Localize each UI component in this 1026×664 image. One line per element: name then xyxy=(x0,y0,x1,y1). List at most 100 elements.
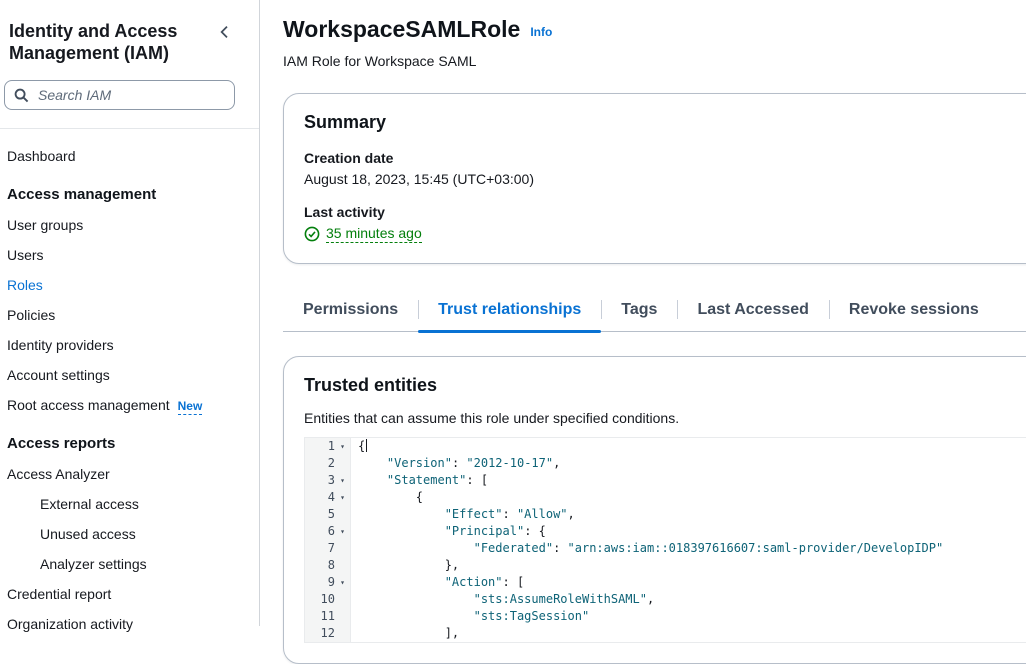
sidebar-item-policies[interactable]: Policies xyxy=(7,300,251,330)
sidebar-item-label: User groups xyxy=(7,217,83,233)
fold-toggle-icon[interactable]: ▾ xyxy=(335,574,350,591)
tab-label: Last Accessed xyxy=(697,301,808,318)
line-gutter: 1▾ xyxy=(305,438,351,455)
sidebar-item-unused-access[interactable]: Unused access xyxy=(7,519,251,549)
code-line: 12 ], xyxy=(305,625,1026,642)
sidebar-item-access-analyzer[interactable]: Access Analyzer xyxy=(7,459,251,489)
line-number: 10 xyxy=(309,591,335,608)
sidebar-item-roles[interactable]: Roles xyxy=(7,270,251,300)
sidebar-item-account-settings[interactable]: Account settings xyxy=(7,360,251,390)
sidebar-item-label: Unused access xyxy=(40,526,136,542)
code-line: 8 }, xyxy=(305,557,1026,574)
sidebar-item-root-access-management[interactable]: Root access managementNew xyxy=(7,390,251,420)
line-number: 11 xyxy=(309,608,335,625)
sidebar-item-user-groups[interactable]: User groups xyxy=(7,210,251,240)
code-line: 4▾ { xyxy=(305,489,1026,506)
sidebar-item-label: Users xyxy=(7,247,44,263)
line-gutter: 10 xyxy=(305,591,351,608)
line-gutter: 8 xyxy=(305,557,351,574)
line-number: 8 xyxy=(309,557,335,574)
page-header: WorkspaceSAMLRole Info xyxy=(283,16,1026,43)
line-gutter: 4▾ xyxy=(305,489,351,506)
line-number: 9 xyxy=(309,574,335,591)
success-check-icon xyxy=(304,226,320,242)
line-number: 5 xyxy=(309,506,335,523)
line-gutter: 6▾ xyxy=(305,523,351,540)
code-line: 2 "Version": "2012-10-17", xyxy=(305,455,1026,472)
sidebar-nav: DashboardAccess managementUser groupsUse… xyxy=(0,129,259,639)
sidebar-title: Identity and Access Management (IAM) xyxy=(9,20,194,64)
sidebar-item-label: Account settings xyxy=(7,367,110,383)
tab-label: Trust relationships xyxy=(438,301,581,318)
line-gutter: 9▾ xyxy=(305,574,351,591)
search-icon xyxy=(14,88,29,103)
sidebar-item-label: Analyzer settings xyxy=(40,556,147,572)
sidebar-item-label: Roles xyxy=(7,277,43,293)
line-gutter: 12 xyxy=(305,625,351,642)
line-number: 12 xyxy=(309,625,335,642)
line-number: 2 xyxy=(309,455,335,472)
tab-tags[interactable]: Tags xyxy=(601,292,677,331)
line-gutter: 5 xyxy=(305,506,351,523)
sidebar-section-access-reports: Access reports xyxy=(7,420,251,459)
info-link[interactable]: Info xyxy=(530,25,552,39)
sidebar-item-label: Policies xyxy=(7,307,55,323)
sidebar-item-dashboard[interactable]: Dashboard xyxy=(7,141,251,171)
trusted-entities-heading: Trusted entities xyxy=(304,375,1026,396)
code-line: 7 "Federated": "arn:aws:iam::01839761660… xyxy=(305,540,1026,557)
tabs: Permissions Trust relationships Tags Last A… xyxy=(283,292,1026,332)
text-cursor xyxy=(366,439,367,452)
sidebar-item-analyzer-settings[interactable]: Analyzer settings xyxy=(7,549,251,579)
sidebar-item-label: External access xyxy=(40,496,139,512)
tab-permissions[interactable]: Permissions xyxy=(283,292,418,331)
fold-toggle-icon[interactable]: ▾ xyxy=(335,438,350,455)
trust-policy-code-editor[interactable]: 1▾{2 "Version": "2012-10-17",3▾ "Stateme… xyxy=(304,437,1026,643)
creation-date-label: Creation date xyxy=(304,150,1026,166)
tab-list: Permissions Trust relationships Tags Last A… xyxy=(283,292,1026,331)
fold-toggle-icon[interactable]: ▾ xyxy=(335,489,350,506)
code-text: "Version": "2012-10-17", xyxy=(351,455,1026,472)
tab-label: Tags xyxy=(621,301,657,318)
page-subtitle: IAM Role for Workspace SAML xyxy=(283,53,1026,69)
code-text: "Federated": "arn:aws:iam::018397616607:… xyxy=(351,540,1026,557)
code-line: 9▾ "Action": [ xyxy=(305,574,1026,591)
sidebar-header: Identity and Access Management (IAM) xyxy=(0,0,259,64)
line-number: 4 xyxy=(309,489,335,506)
line-number: 6 xyxy=(309,523,335,540)
last-activity-label: Last activity xyxy=(304,204,1026,220)
creation-date-field: Creation date August 18, 2023, 15:45 (UT… xyxy=(304,150,1026,187)
code-text: "sts:TagSession" xyxy=(351,608,1026,625)
sidebar-item-label: Dashboard xyxy=(7,148,76,164)
line-gutter: 2 xyxy=(305,455,351,472)
line-gutter: 11 xyxy=(305,608,351,625)
sidebar-item-credential-report[interactable]: Credential report xyxy=(7,579,251,609)
sidebar-item-external-access[interactable]: External access xyxy=(7,489,251,519)
sidebar-item-users[interactable]: Users xyxy=(7,240,251,270)
code-text: ], xyxy=(351,625,1026,642)
sidebar-collapse-button[interactable] xyxy=(215,22,235,42)
code-text: { xyxy=(351,489,1026,506)
sidebar-item-label: Credential report xyxy=(7,586,111,602)
code-text: "sts:AssumeRoleWithSAML", xyxy=(351,591,1026,608)
code-line: 5 "Effect": "Allow", xyxy=(305,506,1026,523)
trusted-entities-description: Entities that can assume this role under… xyxy=(304,410,1026,426)
sidebar-item-identity-providers[interactable]: Identity providers xyxy=(7,330,251,360)
code-text: { xyxy=(351,438,1026,455)
sidebar-item-label: Identity providers xyxy=(7,337,114,353)
tab-last-accessed[interactable]: Last Accessed xyxy=(677,292,828,331)
search-input[interactable] xyxy=(36,86,225,104)
code-text: "Effect": "Allow", xyxy=(351,506,1026,523)
last-activity-text: 35 minutes ago xyxy=(326,225,422,243)
tab-revoke-sessions[interactable]: Revoke sessions xyxy=(829,292,999,331)
page-title: WorkspaceSAMLRole xyxy=(283,16,520,43)
code-line: 3▾ "Statement": [ xyxy=(305,472,1026,489)
tab-trust-relationships[interactable]: Trust relationships xyxy=(418,292,601,331)
trusted-entities-card: Trusted entities Entities that can assum… xyxy=(283,356,1026,664)
chevron-left-icon xyxy=(217,28,233,43)
code-text: }, xyxy=(351,557,1026,574)
fold-toggle-icon[interactable]: ▾ xyxy=(335,523,350,540)
summary-heading: Summary xyxy=(304,112,1026,133)
code-line: 6▾ "Principal": { xyxy=(305,523,1026,540)
search-box[interactable] xyxy=(4,80,235,110)
fold-toggle-icon[interactable]: ▾ xyxy=(335,472,350,489)
